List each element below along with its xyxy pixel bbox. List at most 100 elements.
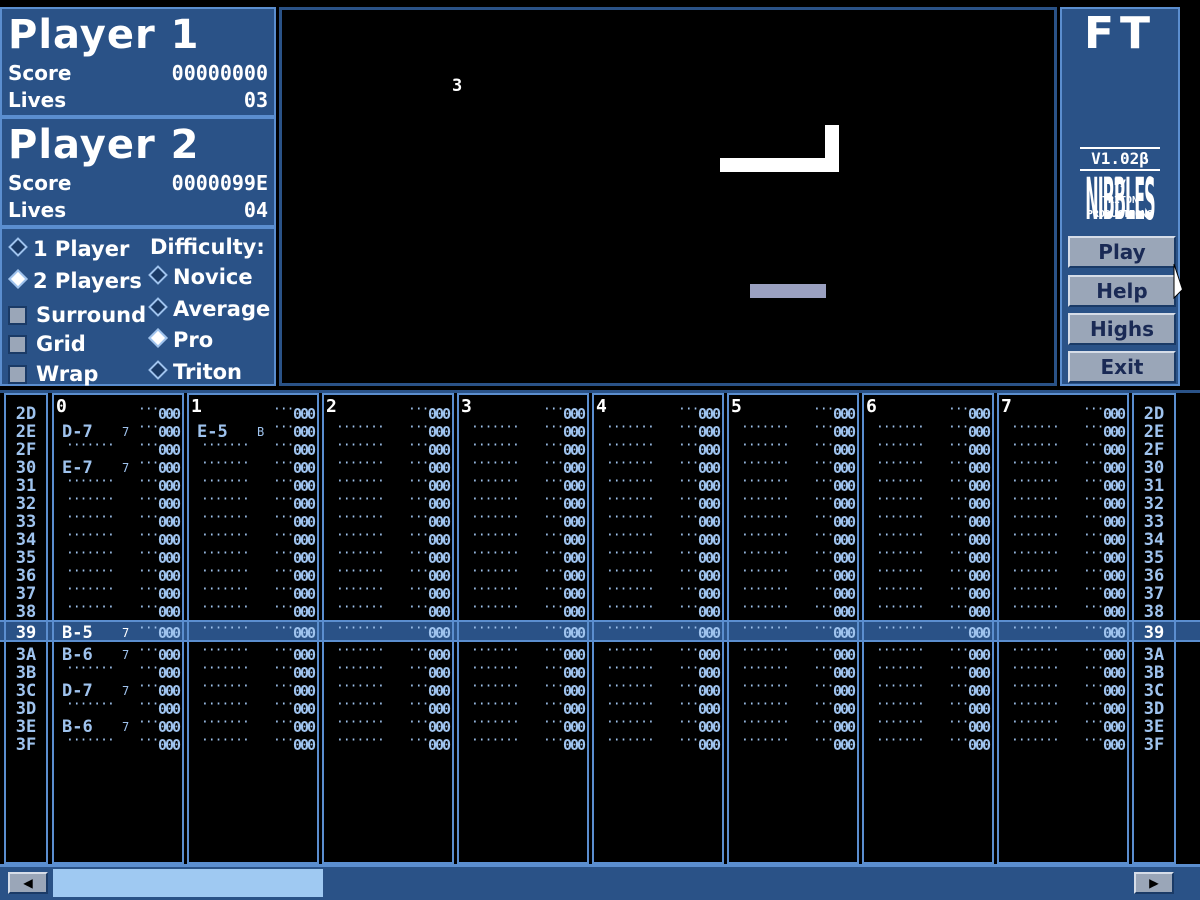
row-number: 3C [15, 681, 37, 701]
volume: 000 [293, 664, 316, 682]
channel-6[interactable]: 6 ··· 000 ······· ··· 000 ······· ··· 000 ·······… [862, 393, 994, 864]
one-player-radio[interactable]: 1 Player [8, 237, 129, 261]
play-button[interactable]: Play [1068, 236, 1176, 268]
empty-note: ······· [471, 528, 520, 543]
novice-radio[interactable]: Novice [148, 265, 253, 289]
empty-effect: ··· [948, 661, 970, 676]
pattern-cell[interactable]: ······· ··· 000 [54, 438, 182, 459]
channel-3[interactable]: 3 ··· 000 ······· ··· 000 ······· ··· 000 ·······… [457, 393, 589, 864]
empty-note: ······· [876, 600, 925, 615]
empty-effect: ··· [1083, 621, 1105, 636]
empty-effect: ··· [948, 600, 970, 615]
pattern-editor[interactable]: 2D 2E 2F 30 31 32 33 34 35 36 37 38 39 3A 3B 3C 3D 3E 3F 2D… [0, 390, 1200, 864]
pattern-cell[interactable]: ······· ··· 000 [324, 621, 452, 642]
channel-4[interactable]: 4 ··· 000 ······· ··· 000 ······· ··· 000 ·······… [592, 393, 724, 864]
help-button[interactable]: Help [1068, 275, 1176, 307]
two-players-radio[interactable]: 2 Players [8, 269, 142, 293]
empty-note: ······· [336, 643, 385, 658]
wrap-checkbox[interactable]: Wrap [8, 362, 98, 386]
pattern-cell[interactable]: ··· 000 [54, 402, 182, 423]
pattern-cell[interactable]: ······· ··· 000 [594, 733, 722, 754]
scrollbar-thumb[interactable] [53, 869, 323, 897]
pattern-cell[interactable]: ······· ··· 000 [594, 600, 722, 621]
row-number: 35 [1143, 548, 1165, 568]
pattern-cell[interactable]: ······· ··· 000 [999, 621, 1127, 642]
empty-note: ······· [201, 474, 250, 489]
pattern-cell[interactable]: ······· ··· 000 [864, 600, 992, 621]
empty-note: ······· [471, 456, 520, 471]
volume: 000 [293, 567, 316, 585]
empty-effect: ··· [273, 643, 295, 658]
pattern-cell[interactable]: ······· ··· 000 [189, 733, 317, 754]
pattern-cell[interactable]: ······· ··· 000 [459, 600, 587, 621]
scroll-left-button[interactable]: ◀ [8, 872, 48, 894]
highs-button[interactable]: Highs [1068, 313, 1176, 345]
triton-radio[interactable]: Triton [148, 360, 242, 384]
volume: 000 [698, 495, 721, 513]
pattern-cell[interactable]: ······· ··· 000 [999, 733, 1127, 754]
horizontal-scrollbar[interactable]: ◀ ▶ [0, 864, 1200, 900]
volume: 000 [563, 624, 586, 642]
channel-2[interactable]: 2 ··· 000 ······· ··· 000 ······· ··· 000 ·······… [322, 393, 454, 864]
volume: 000 [1103, 664, 1126, 682]
volume: 000 [698, 736, 721, 754]
row-number: 30 [15, 458, 37, 478]
empty-note: ······· [471, 697, 520, 712]
exit-button[interactable]: Exit [1068, 351, 1176, 383]
volume: 000 [293, 700, 316, 718]
pattern-cell[interactable]: ······· ··· 000 [459, 621, 587, 642]
empty-effect: ··· [273, 621, 295, 636]
pattern-cell[interactable]: ······· ··· 000 [729, 621, 857, 642]
row-number: 31 [1143, 476, 1165, 496]
empty-effect: ··· [678, 402, 700, 417]
row-number: 2F [1143, 440, 1165, 460]
average-radio[interactable]: Average [148, 297, 270, 321]
volume: 000 [293, 718, 316, 736]
empty-effect: ··· [813, 643, 835, 658]
channel-5[interactable]: 5 ··· 000 ······· ··· 000 ······· ··· 000 ·······… [727, 393, 859, 864]
pattern-cell[interactable]: ······· ··· 000 [459, 733, 587, 754]
empty-note: ······· [336, 456, 385, 471]
channel-0[interactable]: 0 ··· 000 D-7 7 ··· 000 ······· ··· 000 E-7 7 ··· 000… [52, 393, 184, 864]
volume: 000 [833, 718, 856, 736]
player1-lives-label: Lives [8, 88, 67, 112]
empty-note: ······· [876, 474, 925, 489]
volume: 000 [968, 495, 991, 513]
pattern-cell[interactable]: ······· ··· 000 [864, 621, 992, 642]
grid-checkbox[interactable]: Grid [8, 332, 86, 356]
empty-effect: ··· [1083, 492, 1105, 507]
empty-note: ······· [1011, 679, 1060, 694]
pattern-cell[interactable]: ······· ··· 000 [54, 733, 182, 754]
pattern-cell[interactable]: ······· ··· 000 [729, 600, 857, 621]
scroll-right-button[interactable]: ▶ [1134, 872, 1174, 894]
channel-1[interactable]: 1 ··· 000 E-5 B ··· 000 ······· ··· 000 ······· ···… [187, 393, 319, 864]
pattern-cell[interactable]: ······· ··· 000 [54, 600, 182, 621]
pattern-cell[interactable]: ······· ··· 000 [594, 621, 722, 642]
pattern-cell[interactable]: ······· ··· 000 [864, 733, 992, 754]
volume: 000 [1103, 549, 1126, 567]
pattern-cell[interactable]: ······· ··· 000 [54, 661, 182, 682]
pattern-cell[interactable]: ······· ··· 000 [54, 697, 182, 718]
pro-radio[interactable]: Pro [148, 328, 213, 352]
pattern-cell[interactable]: ······· ··· 000 [189, 621, 317, 642]
empty-note: ······· [201, 546, 250, 561]
pattern-cell[interactable]: B-5 7 ··· 000 [54, 621, 182, 642]
pattern-cell[interactable]: ······· ··· 000 [999, 600, 1127, 621]
empty-note: ······· [606, 715, 655, 730]
channel-7[interactable]: 7 ··· 000 ······· ··· 000 ······· ··· 000 ·······… [997, 393, 1129, 864]
volume: 000 [833, 423, 856, 441]
pattern-cell[interactable]: ······· ··· 000 [729, 733, 857, 754]
pattern-cell[interactable]: ······· ··· 000 [189, 600, 317, 621]
pattern-cell[interactable]: ······· ··· 000 [324, 733, 452, 754]
empty-effect: ··· [1083, 456, 1105, 471]
volume: 000 [1103, 513, 1126, 531]
volume: 000 [563, 603, 586, 621]
empty-note: ······· [606, 697, 655, 712]
pattern-cell[interactable]: ······· ··· 000 [324, 600, 452, 621]
surround-checkbox[interactable]: Surround [8, 303, 146, 327]
empty-note: ······· [336, 661, 385, 676]
pattern-cell[interactable]: ··· 000 [189, 402, 317, 423]
empty-effect: ··· [678, 600, 700, 615]
empty-effect: ··· [813, 621, 835, 636]
volume: 000 [428, 603, 451, 621]
